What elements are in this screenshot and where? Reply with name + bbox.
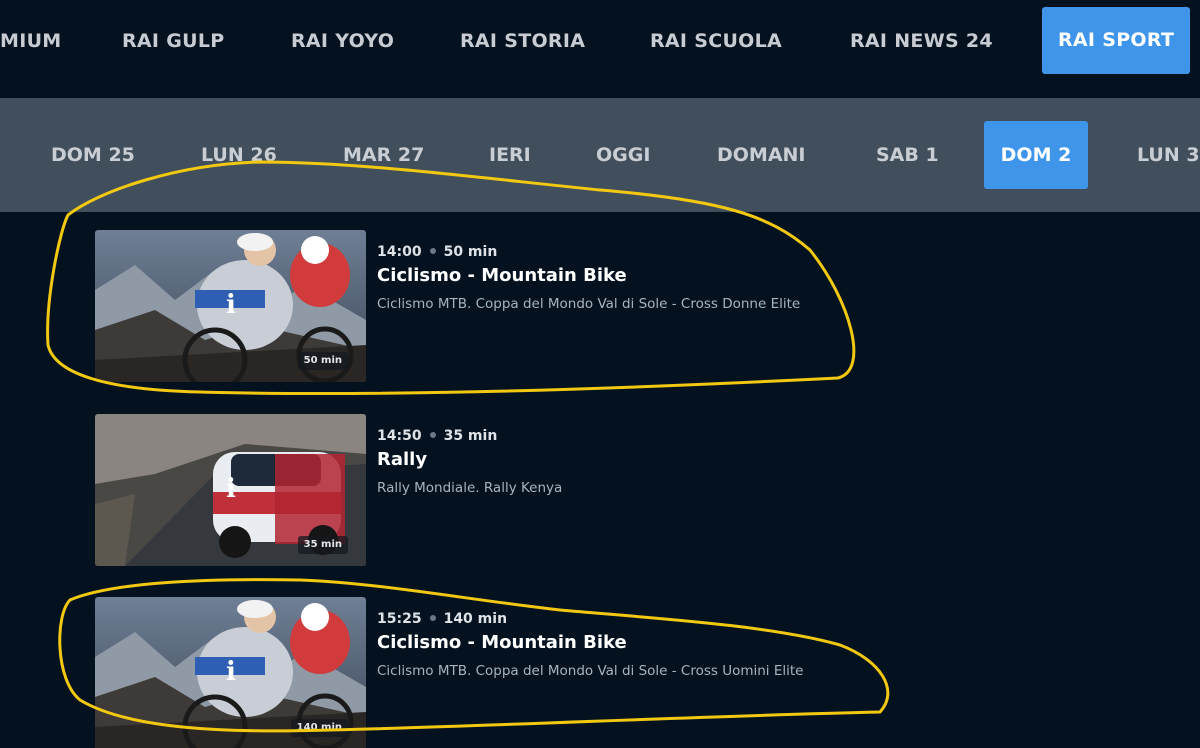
day-tab-sab-1[interactable]: SAB 1 — [876, 121, 939, 189]
mountain-bike-thumbnail[interactable]: i 50 min — [95, 230, 366, 382]
duration-badge: 35 min — [297, 536, 348, 554]
program-meta: 15:25 140 min — [377, 611, 507, 627]
day-tab-lun-3[interactable]: LUN 3 — [1137, 121, 1200, 189]
program-description: Ciclismo MTB. Coppa del Mondo Val di Sol… — [377, 296, 801, 312]
program-title[interactable]: Ciclismo - Mountain Bike — [377, 632, 627, 653]
day-tab-ieri[interactable]: IERI — [489, 121, 531, 189]
channel-tab-rai-gulp[interactable]: RAI GULP — [122, 0, 224, 82]
channel-tab-rai-news-24[interactable]: RAI NEWS 24 — [850, 0, 993, 82]
program-time: 14:50 — [377, 428, 422, 444]
channel-tab-rai-premium[interactable]: MIUM — [0, 0, 62, 82]
day-tab-oggi[interactable]: OGGI — [596, 121, 650, 189]
day-nav: DOM 25 LUN 26 MAR 27 IERI OGGI DOMANI SA… — [0, 98, 1200, 212]
channel-tab-rai-scuola[interactable]: RAI SCUOLA — [650, 0, 782, 82]
program-description: Ciclismo MTB. Coppa del Mondo Val di Sol… — [377, 663, 804, 679]
mountain-bike-thumbnail[interactable]: i 140 min — [95, 597, 366, 748]
program-time: 14:00 — [377, 244, 422, 260]
program-duration: 50 min — [443, 244, 498, 260]
duration-badge: 140 min — [290, 719, 348, 737]
day-tab-lun-26[interactable]: LUN 26 — [201, 121, 277, 189]
program-meta: 14:00 50 min — [377, 244, 497, 260]
program-description: Rally Mondiale. Rally Kenya — [377, 480, 563, 496]
program-duration: 35 min — [443, 428, 498, 444]
separator-dot-icon — [429, 615, 436, 621]
channel-tab-rai-yoyo[interactable]: RAI YOYO — [291, 0, 394, 82]
program-meta: 14:50 35 min — [377, 428, 497, 444]
duration-badge: 50 min — [297, 352, 348, 370]
program-duration: 140 min — [443, 611, 508, 627]
channel-tab-rai-storia[interactable]: RAI STORIA — [460, 0, 585, 82]
program-time: 15:25 — [377, 611, 422, 627]
program-title[interactable]: Rally — [377, 449, 427, 470]
info-icon[interactable]: i — [217, 284, 245, 326]
channel-nav: MIUM RAI GULP RAI YOYO RAI STORIA RAI SC… — [0, 0, 1200, 98]
day-tab-domani[interactable]: DOMANI — [717, 121, 806, 189]
info-icon[interactable]: i — [217, 651, 245, 693]
separator-dot-icon — [429, 248, 436, 254]
program-item[interactable]: i 140 min 15:25 140 min Ciclismo - Mounta… — [95, 597, 895, 748]
rally-car-thumbnail[interactable]: i 35 min — [95, 414, 366, 566]
program-item[interactable]: i 50 min 14:00 50 min Ciclismo - Mountain… — [95, 230, 895, 382]
day-tab-dom-2[interactable]: DOM 2 — [984, 121, 1088, 189]
day-tab-mar-27[interactable]: MAR 27 — [343, 121, 424, 189]
info-icon[interactable]: i — [217, 468, 245, 510]
program-title[interactable]: Ciclismo - Mountain Bike — [377, 265, 627, 286]
program-item[interactable]: i 35 min 14:50 35 min Rally Rally Mondial… — [95, 414, 895, 566]
channel-tab-rai-sport[interactable]: RAI SPORT — [1042, 7, 1191, 74]
separator-dot-icon — [429, 432, 436, 438]
day-tab-dom-25[interactable]: DOM 25 — [51, 121, 135, 189]
